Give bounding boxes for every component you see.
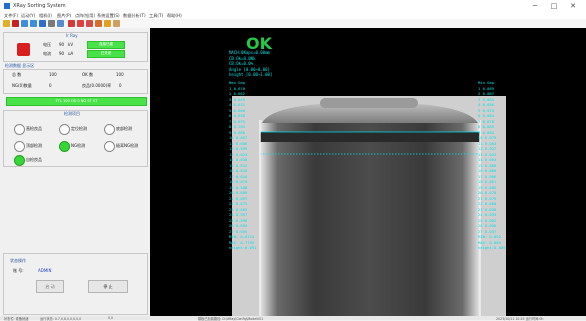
total-value: 100 — [49, 72, 57, 77]
open-icon[interactable] — [3, 20, 10, 27]
check-icon[interactable] — [86, 20, 93, 27]
stop-button[interactable]: 停 止 — [88, 280, 128, 293]
detect-radio-4[interactable] — [14, 141, 25, 152]
detection-title: 检测项目 — [64, 111, 80, 116]
pen-icon[interactable] — [104, 20, 111, 27]
gap-footer: height:0.691 — [229, 245, 257, 250]
window-title: XRay Sorting System — [13, 3, 66, 9]
account-panel: 状态操作 账 号: ADMIN 启 动 停 止 — [3, 253, 148, 315]
detect-radio-6[interactable] — [104, 141, 115, 152]
status-mid: 运行状态: 0.7,0,8,0,0,0,0,0 — [40, 317, 82, 321]
settings-icon[interactable] — [57, 20, 64, 27]
yield-rate-value: 0 — [119, 83, 122, 88]
status-center: 模板已加载路径: D:\XRay\Config\Model001 — [198, 317, 264, 321]
detect-label-3: 底部检测 — [116, 126, 132, 131]
voltage-unit: kV — [68, 42, 74, 47]
detect-radio-7[interactable] — [14, 155, 25, 166]
account-label: 账 号: — [13, 268, 24, 273]
line-icon[interactable] — [95, 20, 102, 27]
alarm-light-icon — [17, 43, 30, 56]
summary-line: height [0.00~1.00] — [229, 72, 273, 77]
current-value: 90 — [59, 51, 65, 56]
summary-line: MACH:0Kaps=0.00mm — [229, 50, 270, 55]
cut-icon[interactable] — [68, 20, 75, 27]
inspection-summary: MACH:0Kaps=0.00mm CB:Ok=0.0Nk CB:Ok=0.0%… — [229, 50, 272, 78]
menu-bar: 文件(F) 运动(Y) 相机(I) 图片(P) 点阵(铅用) 系统设置(S) 数… — [0, 12, 586, 19]
xray-image-viewport[interactable]: OK MACH:0Kaps=0.00mm CB:Ok=0.0Nk CB:Ok=0… — [150, 28, 586, 316]
result-banner: TTL 100 OK 0 NG ST ST — [6, 97, 147, 106]
xray-image — [150, 28, 586, 316]
xray-info-panel: Ir Ray 电压 90 kV 连接已建 电流 90 uA 已关闭 — [3, 32, 148, 62]
ok-count-label: OK 数 — [82, 72, 94, 77]
maximize-button[interactable]: □ — [547, 1, 561, 11]
detect-label-6: 极耳NG检测 — [116, 143, 139, 148]
title-bar: XRay Sorting System ─ □ ✕ — [0, 0, 586, 12]
account-title: 状态操作 — [10, 258, 26, 263]
save-icon[interactable] — [39, 20, 46, 27]
ng-count-label: NG(0)数量 — [12, 83, 32, 88]
ng-count-value: 0 — [49, 83, 52, 88]
left-gap-column: Max Gap 1 0.670 2 0.682 3 0.649 4 0.631 5 0.… — [229, 80, 256, 251]
detect-label-2: 定位检测 — [71, 126, 87, 131]
status-right: 2023/10/11 10:25 运行时间:0h — [496, 317, 544, 321]
grid-icon[interactable] — [12, 20, 19, 27]
zoom-in-icon[interactable] — [21, 20, 28, 27]
total-label: 总 数 — [12, 72, 22, 77]
status-left: 状态栏: 准备就绪 — [4, 317, 29, 321]
stats-panel: 总 数 100 OK 数 100 NG(0)数量 0 良品(0.0000)率 0 — [3, 69, 148, 94]
gap-footer: MIN: 0.6714 — [229, 234, 255, 239]
start-button[interactable]: 启 动 — [36, 280, 64, 293]
yield-rate-label: 良品(0.0000)率 — [82, 83, 112, 88]
ok-count-value: 100 — [116, 72, 124, 77]
xray-info-title: Ir Ray — [66, 33, 78, 38]
detect-label-7: 自检良品 — [26, 157, 42, 162]
detect-label-1: 直检良品 — [26, 126, 42, 131]
voltage-status: 连接已建 — [87, 41, 125, 49]
delete-icon[interactable] — [77, 20, 84, 27]
account-value: ADMIN — [38, 268, 52, 273]
detect-label-4: 顶部检测 — [26, 143, 42, 148]
detect-radio-3[interactable] — [104, 124, 115, 135]
gap-footer: height:0.089 — [478, 245, 506, 250]
status-coord: 0,0 — [108, 316, 114, 320]
close-button[interactable]: ✕ — [566, 1, 580, 11]
voltage-value: 90 — [59, 42, 65, 47]
detect-radio-2[interactable] — [59, 124, 70, 135]
detection-panel: 检测项目 直检良品 定位检测 底部检测 顶部检测 NG检测 极耳NG检测 自检良… — [3, 110, 148, 167]
detect-radio-1[interactable] — [14, 124, 25, 135]
right-gap-column: Min Gap 1 0.089 2 0.087 3 0.085 4 0.096 5 0.… — [478, 80, 505, 251]
settings-icon[interactable] — [48, 20, 55, 27]
status-bar: 状态栏: 准备就绪 运行状态: 0.7,0,8,0,0,0,0,0 0,0 模板… — [0, 316, 586, 321]
minimize-button[interactable]: ─ — [528, 1, 542, 11]
current-label: 电流 — [43, 51, 51, 56]
detect-label-5: NG检测 — [71, 143, 86, 148]
current-unit: uA — [68, 51, 74, 56]
voltage-label: 电压 — [43, 42, 51, 47]
ruler-icon[interactable] — [113, 20, 120, 27]
detect-radio-5[interactable] — [59, 141, 70, 152]
control-panel: Ir Ray 电压 90 kV 连接已建 电流 90 uA 已关闭 检测数据 显… — [0, 28, 150, 316]
current-status: 已关闭 — [87, 50, 125, 58]
app-icon — [4, 3, 10, 9]
zoom-out-icon[interactable] — [30, 20, 37, 27]
